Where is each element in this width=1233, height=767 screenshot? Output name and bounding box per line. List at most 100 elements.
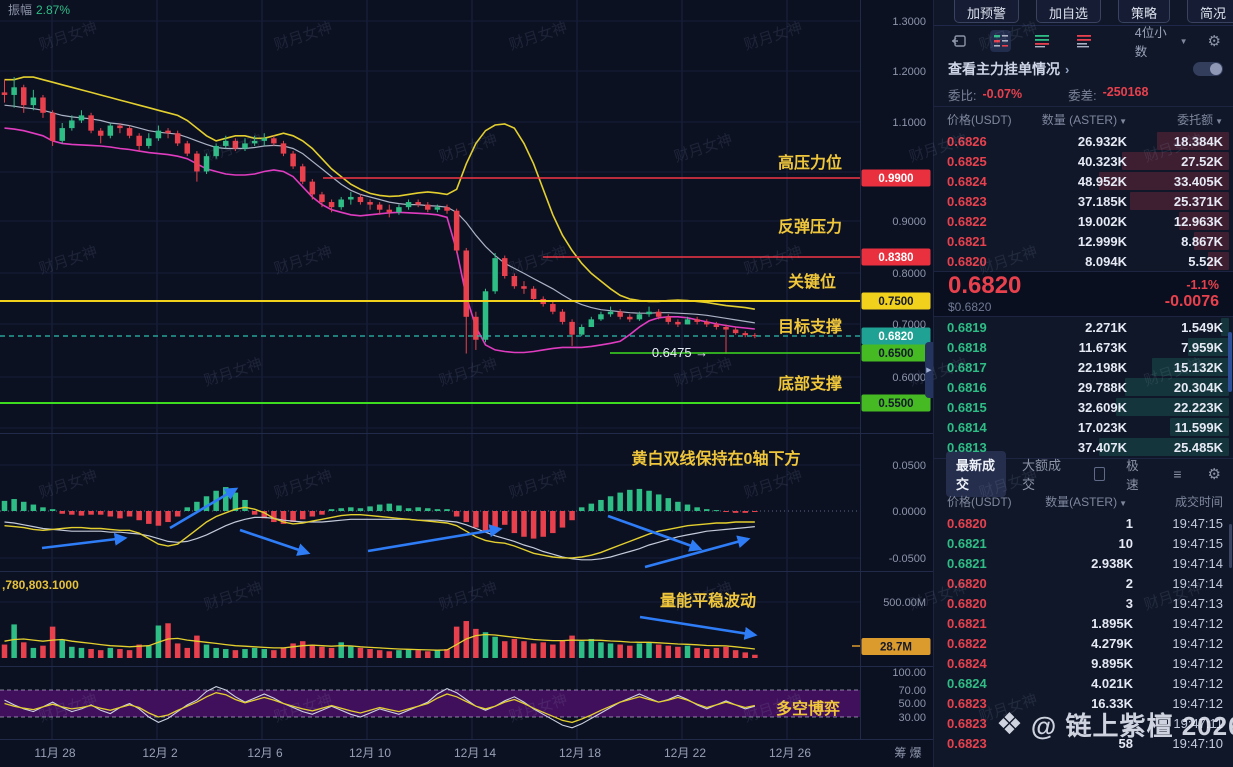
svg-text:关键位: 关键位 — [788, 272, 836, 291]
svg-text:目标支撑: 目标支撑 — [778, 317, 842, 336]
add-watchlist-button[interactable]: 加自选 — [1036, 0, 1102, 23]
svg-text:0.8380: 0.8380 — [878, 252, 913, 264]
orderbook-scrollbar[interactable] — [1228, 332, 1232, 392]
fast-mode-label: 极速 — [1126, 459, 1139, 492]
trades-scrollbar[interactable] — [1229, 524, 1232, 568]
price-axis: 0.8000 — [892, 268, 926, 280]
svg-text:,780,803.1000: ,780,803.1000 — [2, 578, 79, 592]
kline-chart[interactable]: 0.9900 0.8380 0.7500 0.6820 0.6500 0.5500 1.30… — [0, 0, 933, 767]
svg-text:1.3000: 1.3000 — [892, 16, 926, 28]
trades-tabs-row: 最新成交 大额成交 极速 ≡ ⚙ — [934, 451, 1233, 497]
ask-row[interactable]: 0.6823 37.185K 25.371K — [934, 191, 1233, 211]
svg-text:12月 10: 12月 10 — [349, 746, 391, 760]
tab-latest-trades[interactable]: 最新成交 — [946, 451, 1006, 497]
trade-row[interactable]: 0.6824 4.021K 19:47:12 — [934, 673, 1233, 693]
strategy-button[interactable]: 策略 — [1118, 0, 1171, 23]
svg-text:12月 2: 12月 2 — [142, 746, 178, 760]
orderbook-toolbar: 4位小数 ▼ ⚙ — [934, 26, 1233, 59]
top-button-row: 加预警 加自选 策略 简况 — [934, 0, 1233, 26]
ask-row[interactable]: 0.6826 26.932K 18.384K — [934, 131, 1233, 151]
trade-row[interactable]: 0.6821 10 19:47:15 — [934, 533, 1233, 553]
bid-row[interactable]: 0.6816 29.788K 20.304K — [934, 377, 1233, 397]
trade-row[interactable]: 0.6824 9.895K 19:47:12 — [934, 653, 1233, 673]
chevron-down-icon: ▼ — [1179, 36, 1188, 46]
bid-row[interactable]: 0.6817 22.198K 15.132K — [934, 357, 1233, 377]
trade-row[interactable]: 0.6823 19:47:11 — [934, 713, 1233, 733]
list-settings-icon[interactable]: ≡ — [1173, 466, 1181, 482]
main-orders-link-row: 查看主力挂单情况 › — [934, 56, 1233, 82]
trade-row[interactable]: 0.6820 1 19:47:15 — [934, 513, 1233, 533]
svg-text:11月 28: 11月 28 — [34, 746, 75, 760]
svg-text:0.6820: 0.6820 — [878, 331, 913, 343]
change-absolute: -0.0076 — [1164, 292, 1219, 310]
bid-row[interactable]: 0.6814 17.023K 11.599K — [934, 417, 1233, 437]
col-amount[interactable]: 委托额 ▼ — [1127, 111, 1223, 128]
svg-text:28.7M: 28.7M — [880, 642, 912, 654]
add-alert-button[interactable]: 加预警 — [954, 0, 1020, 23]
svg-text:0.9000: 0.9000 — [892, 216, 926, 228]
ask-row[interactable]: 0.6821 12.999K 8.867K — [934, 231, 1233, 251]
last-price-usd: $0.6820 — [948, 300, 992, 314]
ask-row[interactable]: 0.6824 48.952K 33.405K — [934, 171, 1233, 191]
book-buy-side-icon[interactable] — [1031, 30, 1053, 52]
book-both-sides-icon[interactable] — [989, 30, 1012, 52]
bid-row[interactable]: 0.6818 11.673K 7.959K — [934, 337, 1233, 357]
panel-collapse-handle[interactable]: ▶ — [925, 342, 933, 398]
weicha-value: -250168 — [1102, 84, 1149, 99]
chart-area: 0.9900 0.8380 0.7500 0.6820 0.6500 0.5500 1.30… — [0, 0, 933, 767]
ask-list: 0.6826 26.932K 18.384K 0.6825 40.323K 27.5… — [934, 131, 1233, 271]
last-price: 0.6820 — [948, 272, 1022, 299]
last-price-strip: 0.6820 $0.6820 -1.1% -0.0076 — [934, 271, 1233, 317]
col-trade-qty[interactable]: 数量(ASTER) ▼ — [1025, 493, 1127, 510]
ask-row[interactable]: 0.6820 8.094K 5.52K — [934, 251, 1233, 271]
col-trade-price: 价格(USDT) — [947, 494, 1012, 509]
svg-text:振幅: 振幅 — [8, 2, 32, 17]
svg-text:0.6475 →: 0.6475 → — [652, 345, 708, 360]
chevron-right-icon: › — [1065, 61, 1070, 77]
svg-text:100.00: 100.00 — [892, 667, 926, 679]
fast-mode-checkbox[interactable] — [1093, 467, 1106, 481]
svg-text:0.7500: 0.7500 — [878, 296, 913, 308]
trade-row[interactable]: 0.6820 2 19:47:14 — [934, 573, 1233, 593]
trade-row[interactable]: 0.6823 58 19:47:10 — [934, 733, 1233, 753]
main-orders-toggle[interactable] — [1193, 62, 1223, 76]
ask-row[interactable]: 0.6825 40.323K 27.52K — [934, 151, 1233, 171]
trade-row[interactable]: 0.6821 2.938K 19:47:14 — [934, 553, 1233, 573]
amplitude-label: 振幅 2.87% — [8, 2, 70, 17]
profile-button[interactable]: 简况 — [1187, 0, 1233, 23]
col-trade-time: 成交时间 — [1174, 494, 1223, 509]
col-price: 价格(USDT) — [947, 112, 1012, 127]
bid-row[interactable]: 0.6815 32.609K 22.223K — [934, 397, 1233, 417]
decimal-precision-dropdown[interactable]: 4位小数 ▼ — [1135, 22, 1188, 60]
tab-large-trades[interactable]: 大额成交 — [1022, 455, 1062, 493]
svg-text:12月 22: 12月 22 — [664, 746, 706, 760]
trades-gear-icon[interactable]: ⚙ — [1208, 467, 1221, 482]
trade-row[interactable]: 0.6820 3 19:47:13 — [934, 593, 1233, 613]
gear-icon[interactable]: ⚙ — [1208, 34, 1221, 49]
window-return-icon[interactable] — [948, 30, 970, 52]
trade-row[interactable]: 0.6822 4.279K 19:47:12 — [934, 633, 1233, 653]
svg-text:0.0000: 0.0000 — [892, 506, 926, 518]
book-sell-side-icon[interactable] — [1073, 30, 1095, 52]
bid-row[interactable]: 0.6819 2.271K 1.549K — [934, 317, 1233, 337]
svg-text:0.6000: 0.6000 — [892, 372, 926, 384]
svg-text:黄白双线保持在0轴下方: 黄白双线保持在0轴下方 — [632, 449, 801, 468]
svg-text:筹 爆: 筹 爆 — [894, 746, 921, 760]
trade-row[interactable]: 0.6823 16.33K 19:47:12 — [934, 693, 1233, 713]
ask-row[interactable]: 0.6822 19.002K 12.963K — [934, 211, 1233, 231]
bid-list: 0.6819 2.271K 1.549K 0.6818 11.673K 7.959K… — [934, 317, 1233, 457]
view-main-orders-link[interactable]: 查看主力挂单情况 — [948, 59, 1060, 79]
svg-text:1.1000: 1.1000 — [892, 117, 926, 129]
svg-text:50.00: 50.00 — [898, 698, 926, 710]
order-panel: 加预警 加自选 策略 简况 4位小数 ▼ ⚙ 查看主力挂单情况 › 委比: -0… — [933, 0, 1233, 767]
svg-text:2.87%: 2.87% — [36, 3, 70, 17]
col-qty[interactable]: 数量 (ASTER) ▼ — [1025, 111, 1127, 128]
price-axis: 0.6000 — [892, 372, 926, 384]
price-axis: 0.9000 — [892, 216, 926, 228]
trade-list: 0.6820 1 19:47:15 0.6821 10 19:47:15 0.6821 … — [934, 513, 1233, 753]
bid-ask-stats: 委比: -0.07% 委差: -250168 — [934, 82, 1233, 107]
bid-row[interactable]: 0.6813 37.407K 25.485K — [934, 437, 1233, 457]
trades-header: 价格(USDT) 数量(ASTER) ▼ 成交时间 — [934, 489, 1233, 513]
svg-text:70.00: 70.00 — [898, 685, 926, 697]
trade-row[interactable]: 0.6821 1.895K 19:47:12 — [934, 613, 1233, 633]
